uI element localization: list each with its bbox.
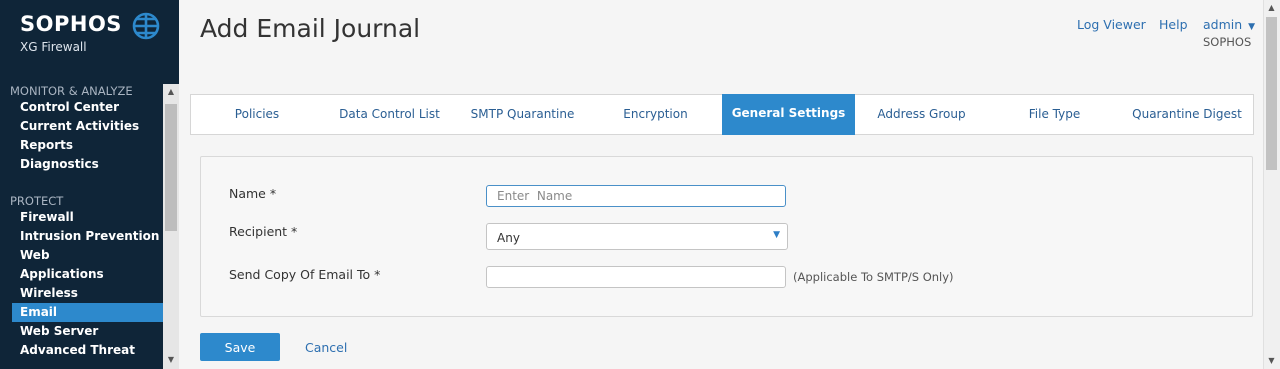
recipient-label: Recipient *: [229, 224, 298, 239]
scroll-down-icon[interactable]: ▼: [1263, 353, 1280, 369]
user-menu[interactable]: admin ▼: [1203, 17, 1255, 32]
caret-down-icon: ▼: [773, 230, 780, 240]
sidebar-item-web[interactable]: Web: [12, 246, 163, 265]
sidebar-item-control-center[interactable]: Control Center: [12, 98, 163, 117]
tab-encryption[interactable]: Encryption: [589, 95, 722, 134]
user-organization: SOPHOS: [1203, 35, 1252, 49]
tab-general-settings[interactable]: General Settings: [722, 94, 855, 135]
sidebar-item-advanced-threat[interactable]: Advanced Threat: [12, 341, 163, 360]
cancel-button[interactable]: Cancel: [305, 340, 347, 355]
product-name: XG Firewall: [20, 40, 87, 54]
sidebar-item-diagnostics[interactable]: Diagnostics: [12, 155, 163, 174]
tab-data-control-list[interactable]: Data Control List: [323, 95, 456, 134]
user-name: admin: [1203, 17, 1243, 32]
sidebar-item-wireless[interactable]: Wireless: [12, 284, 163, 303]
help-link[interactable]: Help: [1159, 17, 1188, 32]
sidebar-item-applications[interactable]: Applications: [12, 265, 163, 284]
caret-down-icon: ▼: [1248, 22, 1256, 32]
brand-name: SOPHOS: [20, 12, 122, 36]
name-input[interactable]: [486, 185, 786, 207]
sidebar-item-intrusion-prevention[interactable]: Intrusion Prevention: [12, 227, 163, 246]
send-copy-hint: (Applicable To SMTP/S Only): [793, 270, 954, 284]
name-label: Name *: [229, 186, 277, 201]
sidebar-item-reports[interactable]: Reports: [12, 136, 163, 155]
globe-logo-icon: [132, 12, 160, 40]
tab-smtp-quarantine[interactable]: SMTP Quarantine: [456, 95, 589, 134]
tab-file-type[interactable]: File Type: [988, 95, 1121, 134]
tab-quarantine-digest[interactable]: Quarantine Digest: [1121, 95, 1253, 134]
recipient-select[interactable]: Any ▼: [486, 223, 788, 250]
page-scrollbar-thumb[interactable]: [1266, 17, 1277, 170]
save-button[interactable]: Save: [200, 333, 280, 361]
tab-policies[interactable]: Policies: [191, 95, 323, 134]
sidebar: SOPHOS XG Firewall MONITOR & ANALYZE Con…: [0, 0, 179, 369]
sidebar-item-email[interactable]: Email: [12, 303, 163, 322]
sidebar-item-web-server[interactable]: Web Server: [12, 322, 163, 341]
send-copy-label: Send Copy Of Email To *: [229, 267, 381, 282]
scroll-up-icon[interactable]: ▲: [163, 84, 179, 100]
scroll-up-icon[interactable]: ▲: [1263, 0, 1280, 16]
sidebar-scrollbar-thumb[interactable]: [165, 104, 177, 231]
sidebar-item-current-activities[interactable]: Current Activities: [12, 117, 163, 136]
nav-section-protect: PROTECT: [10, 194, 64, 208]
tab-bar: Policies Data Control List SMTP Quaranti…: [190, 94, 1254, 135]
sidebar-item-firewall[interactable]: Firewall: [12, 208, 163, 227]
tab-address-group[interactable]: Address Group: [855, 95, 988, 134]
page-title: Add Email Journal: [200, 14, 421, 43]
send-copy-input[interactable]: [486, 266, 786, 288]
log-viewer-link[interactable]: Log Viewer: [1077, 17, 1146, 32]
nav-section-monitor: MONITOR & ANALYZE: [10, 84, 133, 98]
scroll-down-icon[interactable]: ▼: [163, 352, 179, 368]
recipient-value: Any: [497, 231, 520, 245]
